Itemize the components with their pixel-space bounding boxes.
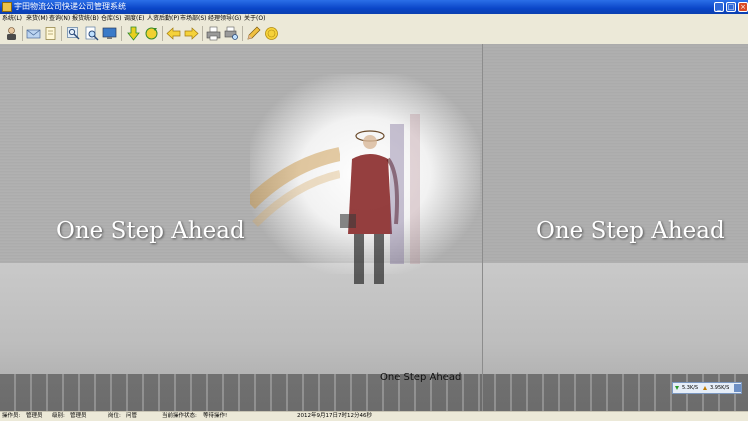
monitor-icon[interactable]	[102, 26, 117, 41]
toolbar-separator	[22, 26, 23, 41]
maximize-button[interactable]: □	[726, 2, 736, 12]
menu-warehouse[interactable]: 仓库(S)	[101, 14, 122, 23]
menu-about[interactable]: 关于(O)	[244, 14, 265, 23]
magnify-doc-icon[interactable]	[84, 26, 99, 41]
keyboard-image	[0, 374, 748, 411]
motion-blur-ghost	[390, 114, 420, 264]
pencil-icon[interactable]	[246, 26, 261, 41]
toolbar	[0, 23, 748, 45]
download-speed: 5.3K/S	[682, 385, 699, 391]
coin-icon[interactable]	[264, 26, 279, 41]
splash-area: One Step Ahead One Step Ahead One Step A…	[0, 44, 748, 411]
tagline-right: One Step Ahead	[536, 218, 725, 244]
upload-arrow-icon	[703, 386, 707, 390]
toolbar-separator	[61, 26, 62, 41]
network-speed-widget[interactable]: 5.3K/S 3.95K/S	[672, 382, 742, 394]
toolbar-separator	[202, 26, 203, 41]
notebook-icon[interactable]	[43, 26, 58, 41]
app-icon	[2, 2, 12, 12]
refresh-icon[interactable]	[144, 26, 159, 41]
close-button[interactable]: ×	[738, 2, 748, 12]
tagline-left: One Step Ahead	[56, 218, 245, 244]
splash-divider	[482, 44, 483, 411]
back-arrow-icon[interactable]	[166, 26, 181, 41]
print-preview-icon[interactable]	[224, 26, 239, 41]
widget-menu-icon[interactable]	[734, 384, 741, 392]
menu-incoming[interactable]: 来货(M)	[26, 14, 48, 23]
magnify-icon[interactable]	[66, 26, 81, 41]
forward-arrow-icon[interactable]	[184, 26, 199, 41]
toolbar-separator	[162, 26, 163, 41]
minimize-button[interactable]: _	[714, 2, 724, 12]
toolbar-separator	[121, 26, 122, 41]
mail-icon[interactable]	[26, 26, 41, 41]
menu-query[interactable]: 查询(N)	[49, 14, 70, 23]
menu-dispatch[interactable]: 调度(E)	[124, 14, 144, 23]
window-title: 宇田物流公司快递公司管理系统	[14, 2, 126, 11]
printer-icon[interactable]	[206, 26, 221, 41]
menu-report[interactable]: 报货统(B)	[72, 14, 99, 23]
motion-blur-streak	[250, 147, 340, 227]
upload-speed: 3.95K/S	[710, 385, 730, 391]
user-icon[interactable]	[4, 26, 19, 41]
menu-hr[interactable]: 人资后勤(P)	[147, 14, 179, 23]
download-arrow-icon	[675, 386, 679, 390]
menu-manager[interactable]: 经理领导(G)	[208, 14, 241, 23]
tagline-small: One Step Ahead	[380, 372, 462, 383]
title-bar: 宇田物流公司快递公司管理系统 _ □ ×	[0, 0, 748, 14]
menu-market[interactable]: 市场部(S)	[180, 14, 207, 23]
arrow-down-icon[interactable]	[126, 26, 141, 41]
toolbar-separator	[242, 26, 243, 41]
menu-system[interactable]: 系统(L)	[2, 14, 22, 23]
